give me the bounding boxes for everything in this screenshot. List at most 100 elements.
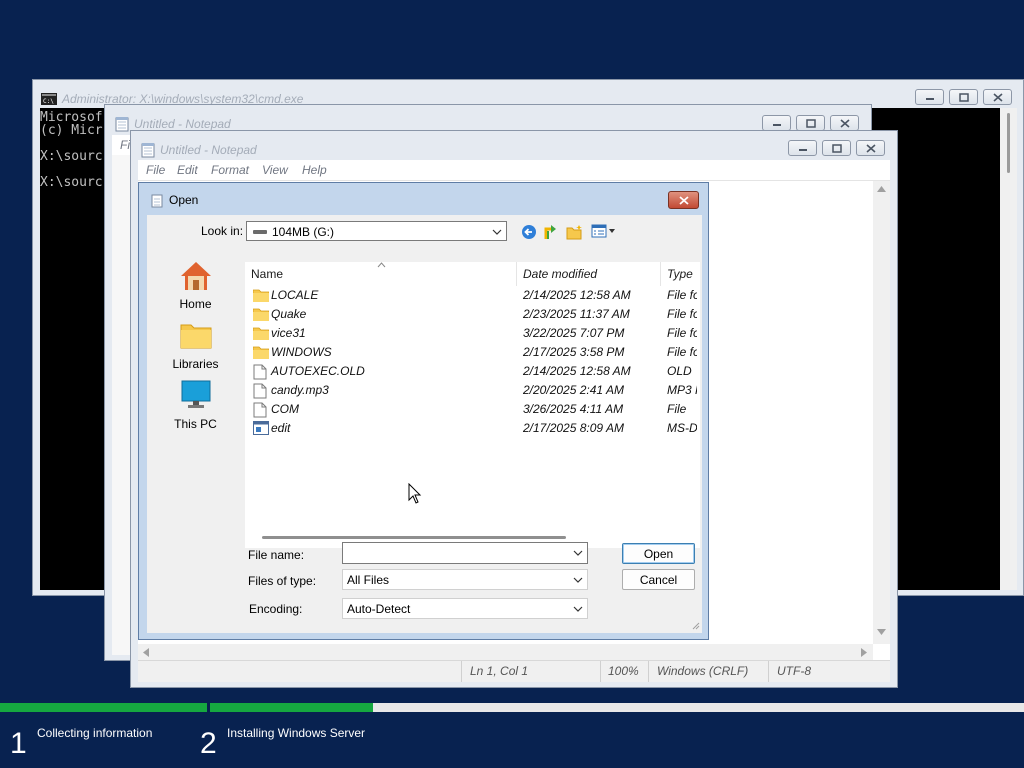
- maximize-icon: [831, 143, 842, 153]
- up-folder-icon[interactable]: [543, 223, 559, 244]
- notepad-maximize-button[interactable]: [822, 140, 851, 156]
- dialog-title: Open: [169, 193, 199, 207]
- scroll-left-icon[interactable]: [143, 648, 149, 657]
- place-libraries-label: Libraries: [172, 357, 219, 371]
- file-list[interactable]: Name Date modified Type LOCALE 2/14/2025 …: [245, 262, 700, 548]
- file-name-input[interactable]: [342, 542, 588, 564]
- menu-help[interactable]: Help: [302, 163, 327, 177]
- file-name: COM: [271, 402, 299, 416]
- notepad-back-titlebar[interactable]: Untitled - Notepad: [105, 105, 871, 133]
- file-date: 2/14/2025 12:58 AM: [523, 288, 631, 302]
- files-of-type-dropdown[interactable]: All Files: [342, 569, 588, 590]
- place-home-label: Home: [179, 297, 212, 311]
- column-separator[interactable]: [660, 262, 661, 286]
- libraries-icon: [180, 324, 212, 349]
- scroll-right-icon[interactable]: [861, 648, 867, 657]
- file-date: 2/20/2025 2:41 AM: [523, 383, 624, 397]
- file-type: MP3 F: [667, 383, 697, 397]
- file-name: AUTOEXEC.OLD: [271, 364, 365, 378]
- notepad-minimize-button[interactable]: [788, 140, 817, 156]
- folder-icon: [252, 288, 270, 305]
- place-libraries[interactable]: Libraries: [147, 320, 244, 375]
- look-in-value: 104MB (G:): [272, 225, 335, 239]
- file-date: 2/17/2025 8:09 AM: [523, 421, 624, 435]
- status-separator: [600, 661, 601, 682]
- minimize-icon: [798, 149, 807, 151]
- file-row[interactable]: Quake 2/23/2025 11:37 AM File fo: [245, 305, 700, 324]
- new-folder-icon[interactable]: [566, 224, 583, 243]
- encoding-value: Auto-Detect: [347, 602, 411, 616]
- notepad-back-maximize-button[interactable]: [796, 115, 825, 131]
- menu-file[interactable]: File: [146, 163, 165, 177]
- menu-view[interactable]: View: [262, 163, 288, 177]
- notepad-menubar: File Edit Format View Help: [138, 160, 890, 180]
- look-in-dropdown[interactable]: 104MB (G:): [246, 221, 507, 241]
- notepad-close-button[interactable]: [856, 140, 885, 156]
- step-1-progress-fill: [0, 703, 207, 712]
- file-row[interactable]: LOCALE 2/14/2025 12:58 AM File fo: [245, 286, 700, 305]
- cancel-button[interactable]: Cancel: [622, 569, 695, 590]
- file-row[interactable]: vice31 3/22/2025 7:07 PM File fo: [245, 324, 700, 343]
- scroll-down-icon[interactable]: [877, 629, 886, 635]
- file-row[interactable]: edit 2/17/2025 8:09 AM MS-D: [245, 419, 700, 438]
- notepad-title: Untitled - Notepad: [160, 143, 257, 157]
- notepad-status-bar: Ln 1, Col 1 100% Windows (CRLF) UTF-8: [138, 660, 890, 682]
- files-of-type-value: All Files: [347, 573, 390, 587]
- file-row[interactable]: candy.mp3 2/20/2025 2:41 AM MP3 F: [245, 381, 700, 400]
- open-button[interactable]: Open: [622, 543, 695, 564]
- step-2-progress-track: [210, 703, 1024, 712]
- step-1-progress-track: [0, 703, 207, 712]
- back-icon[interactable]: [521, 224, 537, 243]
- folder-icon: [252, 307, 270, 324]
- notepad-vertical-scrollbar[interactable]: [873, 181, 890, 644]
- cmd-scroll-thumb[interactable]: [1007, 113, 1010, 173]
- notepad-back-close-button[interactable]: [830, 115, 859, 131]
- file-row[interactable]: WINDOWS 2/17/2025 3:58 PM File fo: [245, 343, 700, 362]
- menu-file[interactable]: Fi: [120, 138, 130, 152]
- cmd-minimize-button[interactable]: [915, 89, 944, 105]
- notepad-horizontal-scrollbar[interactable]: [138, 644, 873, 661]
- column-header-date[interactable]: Date modified: [523, 267, 597, 281]
- cmd-app-icon: C:\: [41, 93, 57, 108]
- column-header-type[interactable]: Type: [667, 267, 693, 281]
- this-pc-icon: [181, 380, 211, 408]
- column-header-name[interactable]: Name: [251, 267, 283, 281]
- folder-icon: [252, 345, 270, 362]
- svg-text:C:\: C:\: [43, 98, 54, 105]
- file-name: Quake: [271, 307, 307, 321]
- notepad-app-icon: [115, 116, 129, 135]
- notepad-titlebar[interactable]: Untitled - Notepad: [131, 131, 897, 159]
- encoding-dropdown[interactable]: Auto-Detect: [342, 598, 588, 619]
- status-line-ending: Windows (CRLF): [657, 664, 749, 678]
- file-row[interactable]: AUTOEXEC.OLD 2/14/2025 12:58 AM OLD: [245, 362, 700, 381]
- dialog-app-icon: [151, 194, 163, 211]
- file-date: 2/17/2025 3:58 PM: [523, 345, 625, 359]
- status-separator: [768, 661, 769, 682]
- scroll-up-icon[interactable]: [877, 186, 886, 192]
- column-separator[interactable]: [516, 262, 517, 286]
- menu-edit[interactable]: Edit: [177, 163, 198, 177]
- notepad-back-minimize-button[interactable]: [762, 115, 791, 131]
- file-list-hscroll-thumb[interactable]: [262, 536, 566, 539]
- cmd-maximize-button[interactable]: [949, 89, 978, 105]
- menu-format[interactable]: Format: [211, 163, 249, 177]
- place-home[interactable]: Home: [147, 260, 244, 315]
- resize-grip-icon[interactable]: [691, 621, 700, 630]
- step-2-label: Installing Windows Server: [227, 726, 366, 740]
- view-menu-icon[interactable]: [591, 224, 617, 241]
- file-name: vice31: [271, 326, 306, 340]
- place-this-pc-label: This PC: [174, 417, 217, 431]
- cmd-scrollbar[interactable]: [1000, 108, 1017, 590]
- file-type: OLD: [667, 364, 692, 378]
- status-separator: [648, 661, 649, 682]
- place-this-pc[interactable]: This PC: [147, 380, 244, 435]
- exe-icon: [253, 421, 269, 438]
- dialog-close-button[interactable]: [668, 191, 699, 209]
- files-of-type-label: Files of type:: [248, 574, 317, 588]
- file-name: edit: [271, 421, 291, 435]
- minimize-icon: [772, 124, 781, 126]
- file-row[interactable]: COM 3/26/2025 4:11 AM File: [245, 400, 700, 419]
- file-date: 3/22/2025 7:07 PM: [523, 326, 625, 340]
- cmd-close-button[interactable]: [983, 89, 1012, 105]
- open-dialog[interactable]: Open Look in: 104MB (G:) Home Libraries …: [138, 182, 709, 640]
